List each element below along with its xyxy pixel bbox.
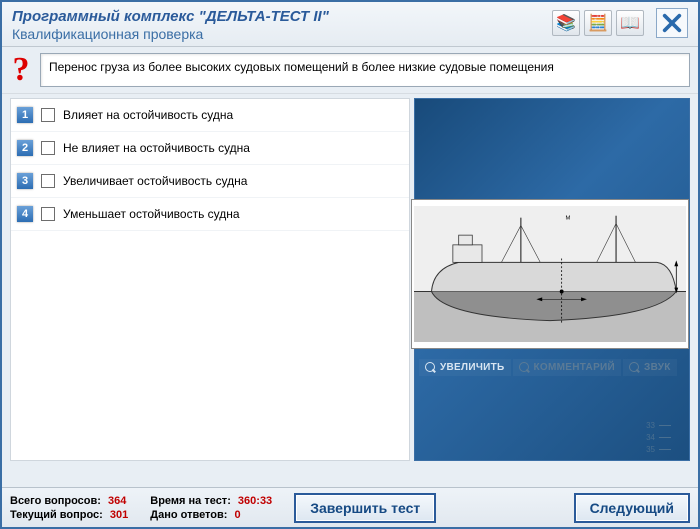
answer-number-badge: 2: [17, 140, 33, 156]
question-bar: ? Перенос груза из более высоких судовых…: [2, 47, 698, 93]
answer-label: Влияет на остойчивость судна: [63, 108, 233, 122]
stats-time: Время на тест: 360:33 Дано ответов: 0: [150, 494, 272, 522]
answer-checkbox[interactable]: [41, 207, 55, 221]
finish-test-button[interactable]: Завершить тест: [294, 493, 436, 523]
content-area: 1 Влияет на остойчивость судна 2 Не влия…: [2, 93, 698, 463]
answered-value: 0: [235, 509, 241, 521]
question-image[interactable]: M: [411, 199, 689, 349]
zoom-label: УВЕЛИЧИТЬ: [440, 362, 505, 373]
answer-number-badge: 4: [17, 206, 33, 222]
answer-checkbox[interactable]: [41, 108, 55, 122]
close-icon[interactable]: [656, 8, 688, 38]
answer-label: Уменьшает остойчивость судна: [63, 207, 240, 221]
answer-row[interactable]: 4 Уменьшает остойчивость судна: [11, 198, 409, 231]
answer-number-badge: 1: [17, 107, 33, 123]
time-value: 360:33: [238, 495, 272, 507]
stats-count: Всего вопросов: 364 Текущий вопрос: 301: [10, 494, 128, 522]
footer-bar: Всего вопросов: 364 Текущий вопрос: 301 …: [2, 487, 698, 527]
magnifier-icon: [629, 362, 640, 373]
time-label: Время на тест:: [150, 495, 231, 507]
answered-label: Дано ответов:: [150, 509, 227, 521]
answer-number-badge: 3: [17, 173, 33, 189]
sound-label: ЗВУК: [644, 362, 671, 373]
svg-text:M: M: [566, 216, 571, 222]
next-button[interactable]: Следующий: [574, 493, 690, 523]
answers-panel: 1 Влияет на остойчивость судна 2 Не влия…: [10, 98, 410, 461]
media-toolbar: УВЕЛИЧИТЬ КОММЕНТАРИЙ ЗВУК: [415, 357, 689, 378]
app-title: Программный комплекс "ДЕЛЬТА-ТЕСТ II": [12, 8, 552, 25]
scale-tick: 33: [646, 420, 671, 432]
calculator-icon[interactable]: 🧮: [584, 10, 612, 36]
current-question-value: 301: [110, 509, 128, 521]
total-questions-value: 364: [108, 495, 126, 507]
total-questions-label: Всего вопросов:: [10, 495, 101, 507]
current-question-label: Текущий вопрос:: [10, 509, 103, 521]
question-text: Перенос груза из более высоких судовых п…: [40, 53, 690, 87]
comment-button: КОММЕНТАРИЙ: [513, 359, 621, 376]
question-mark-icon: ?: [8, 53, 34, 87]
scale-tick: 35: [646, 444, 671, 456]
magnifier-icon: [519, 362, 530, 373]
zoom-button[interactable]: УВЕЛИЧИТЬ: [419, 359, 511, 376]
answer-checkbox[interactable]: [41, 174, 55, 188]
comment-label: КОММЕНТАРИЙ: [534, 362, 615, 373]
magnifier-icon: [425, 362, 436, 373]
media-panel: M УВЕЛИЧИТЬ КОММЕНТАРИЙ З: [414, 98, 690, 461]
sound-button: ЗВУК: [623, 359, 677, 376]
answer-row[interactable]: 2 Не влияет на остойчивость судна: [11, 132, 409, 165]
answer-label: Увеличивает остойчивость судна: [63, 174, 247, 188]
answer-row[interactable]: 3 Увеличивает остойчивость судна: [11, 165, 409, 198]
help-icon[interactable]: 📖: [616, 10, 644, 36]
answer-row[interactable]: 1 Влияет на остойчивость судна: [11, 99, 409, 132]
scale-marks: 33 34 35: [646, 420, 671, 456]
app-subtitle: Квалификационная проверка: [12, 26, 552, 42]
app-header: Программный комплекс "ДЕЛЬТА-ТЕСТ II" Кв…: [2, 2, 698, 47]
answer-label: Не влияет на остойчивость судна: [63, 141, 250, 155]
answer-checkbox[interactable]: [41, 141, 55, 155]
docs-icon[interactable]: 📚: [552, 10, 580, 36]
scale-tick: 34: [646, 432, 671, 444]
